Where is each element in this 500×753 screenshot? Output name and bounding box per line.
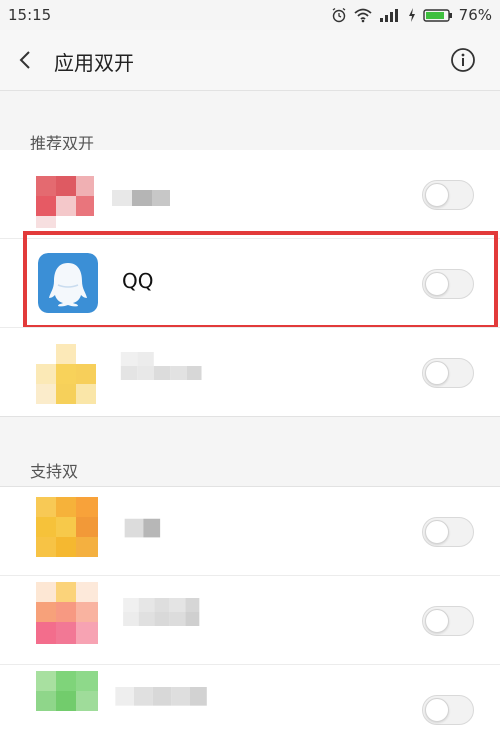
- alarm-icon: [332, 7, 346, 23]
- charging-icon: [408, 8, 415, 22]
- header-divider: [0, 90, 500, 91]
- wifi-icon: [354, 8, 372, 23]
- toggle-knob: [425, 272, 449, 296]
- toggle-knob: [425, 183, 449, 207]
- qq-app-icon: [38, 253, 98, 313]
- list-item: [0, 150, 500, 238]
- toggle-switch[interactable]: [422, 695, 474, 725]
- toggle-knob: [425, 698, 449, 722]
- app-name-blurred: [106, 518, 161, 538]
- qq-toggle-switch[interactable]: [422, 269, 474, 299]
- app-name-blurred: [120, 352, 202, 380]
- status-bar: 15:15 76%: [0, 0, 500, 30]
- status-time: 15:15: [8, 6, 52, 24]
- list-item: [0, 487, 500, 575]
- toggle-switch[interactable]: [422, 180, 474, 210]
- info-button[interactable]: [450, 47, 476, 73]
- list-item: [0, 328, 500, 416]
- toggle-knob: [425, 609, 449, 633]
- app-icon: [36, 166, 94, 228]
- app-header: 应用双开: [0, 30, 500, 90]
- toggle-switch[interactable]: [422, 606, 474, 636]
- toggle-knob: [425, 520, 449, 544]
- app-name-qq: QQ: [122, 269, 154, 293]
- app-name-blurred: [115, 687, 207, 706]
- app-icon: [36, 582, 98, 644]
- toggle-switch[interactable]: [422, 517, 474, 547]
- app-name-blurred: [112, 190, 170, 206]
- signal-icon: [379, 9, 398, 22]
- toggle-knob: [425, 361, 449, 385]
- page-title: 应用双开: [54, 51, 134, 75]
- battery-percent: 76%: [458, 6, 492, 24]
- app-name-blurred: [123, 598, 200, 626]
- list-item: [0, 576, 500, 664]
- app-icon: [36, 671, 98, 733]
- section-label-supported: 支持双: [30, 462, 79, 481]
- toggle-switch[interactable]: [422, 358, 474, 388]
- section-divider: [0, 416, 500, 417]
- list-item-qq: QQ: [0, 239, 500, 327]
- app-icon: [36, 497, 98, 559]
- app-icon: [36, 344, 98, 406]
- status-icons: 76%: [331, 6, 492, 24]
- list-item: [0, 665, 500, 753]
- chevron-left-icon: [19, 51, 30, 69]
- battery-icon: [422, 9, 452, 22]
- back-button[interactable]: [14, 48, 38, 72]
